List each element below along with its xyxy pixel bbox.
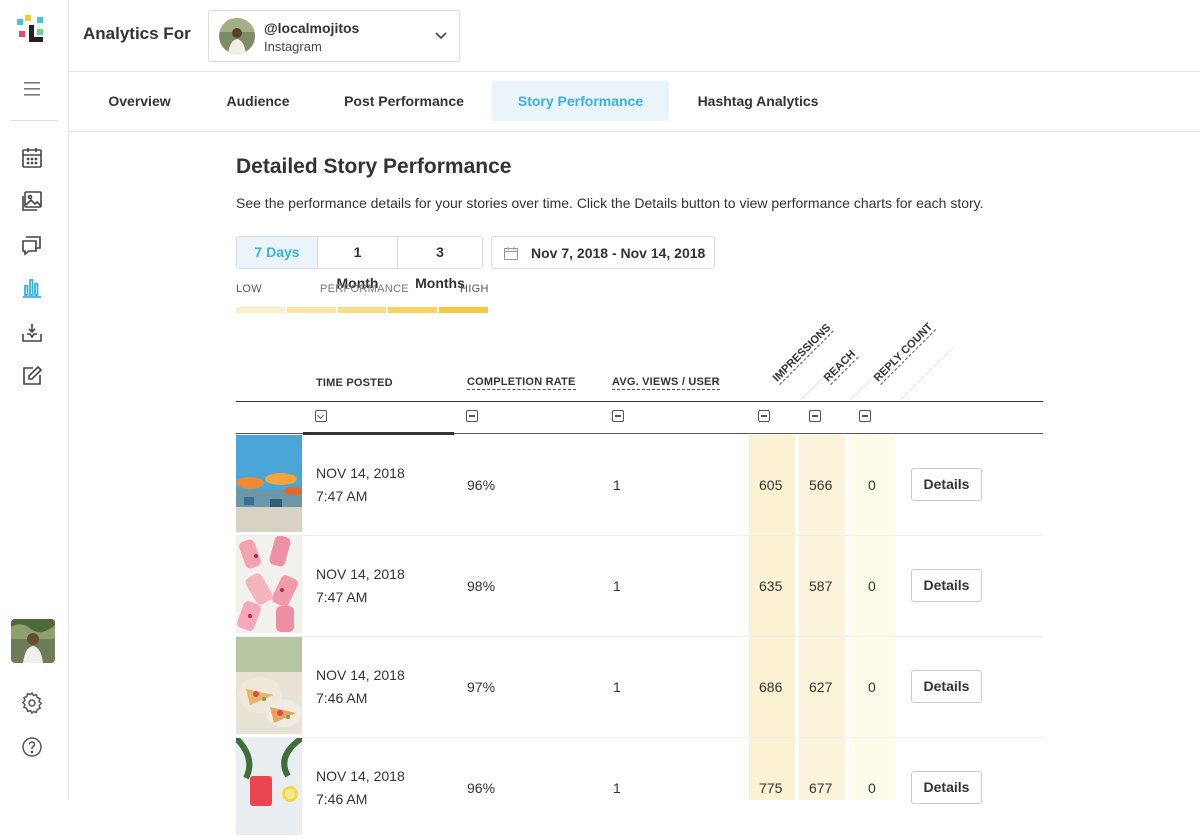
sort-reply-count-icon[interactable] <box>859 410 871 422</box>
story-thumbnail[interactable] <box>236 536 302 633</box>
table-row: NOV 14, 2018 7:47 AM 96% 1 605 566 0 Det… <box>236 435 1043 536</box>
row-time: 7:47 AM <box>316 589 368 605</box>
story-thumbnail[interactable] <box>236 637 302 734</box>
account-network: Instagram <box>264 39 322 54</box>
date-range-picker[interactable]: Nov 7, 2018 - Nov 14, 2018 <box>491 236 715 269</box>
row-avg-views: 1 <box>613 578 621 594</box>
legend-swatch <box>439 307 488 313</box>
account-name: @localmojitos <box>264 20 360 36</box>
col-reply-count[interactable]: REPLY COUNT <box>871 320 936 385</box>
tab-overview[interactable]: Overview <box>95 81 184 121</box>
page-title: Detailed Story Performance <box>236 155 512 178</box>
row-reach: 587 <box>809 578 833 594</box>
table-row: NOV 14, 2018 7:47 AM 98% 1 635 587 0 Det… <box>236 536 1043 637</box>
row-replies: 0 <box>868 679 876 695</box>
help-icon[interactable] <box>20 735 44 759</box>
row-impressions: 605 <box>759 477 783 493</box>
row-completion: 96% <box>467 780 496 796</box>
sort-avg-views-icon[interactable] <box>612 410 624 422</box>
row-impressions: 775 <box>759 780 783 796</box>
row-replies: 0 <box>868 477 876 493</box>
story-thumbnail[interactable] <box>236 435 302 532</box>
row-impressions: 635 <box>759 578 783 594</box>
bar-chart-icon[interactable] <box>20 276 44 300</box>
edit-icon[interactable] <box>20 364 44 388</box>
header-divider <box>236 401 1043 402</box>
details-button[interactable]: Details <box>911 569 982 602</box>
row-completion: 96% <box>467 477 496 493</box>
sort-impressions-icon[interactable] <box>758 410 770 422</box>
row-date: NOV 14, 2018 <box>316 667 405 683</box>
legend-swatch <box>236 307 285 313</box>
row-reach: 677 <box>809 780 833 796</box>
account-selector[interactable]: @localmojitos Instagram <box>208 10 460 62</box>
calendar-icon <box>504 247 518 260</box>
row-date: NOV 14, 2018 <box>316 465 405 481</box>
sort-time-posted-icon[interactable] <box>315 410 327 422</box>
sort-reach-icon[interactable] <box>809 410 821 422</box>
legend-performance-label: PERFORMANCE <box>320 283 409 295</box>
download-icon[interactable] <box>20 321 44 345</box>
header: Analytics For @localmojitos Instagram <box>69 0 1200 72</box>
row-replies: 0 <box>868 578 876 594</box>
row-reach: 566 <box>809 477 833 493</box>
range-1-month[interactable]: 1 Month <box>318 237 398 291</box>
details-button[interactable]: Details <box>911 670 982 703</box>
chevron-down-icon <box>435 32 447 40</box>
legend-swatch <box>388 307 438 313</box>
image-icon[interactable] <box>20 189 44 213</box>
tab-bar: Overview Audience Post Performance Story… <box>69 72 1200 132</box>
story-thumbnail[interactable] <box>236 738 302 835</box>
table-row: NOV 14, 2018 7:46 AM 96% 1 775 677 0 Det… <box>236 738 1043 839</box>
legend-swatch <box>286 307 336 313</box>
sidebar-divider <box>10 120 58 121</box>
range-selector: 7 Days 1 Month 3 Months <box>236 236 483 291</box>
row-time: 7:46 AM <box>316 791 368 807</box>
row-reach: 627 <box>809 679 833 695</box>
page-description: See the performance details for your sto… <box>236 195 984 211</box>
row-avg-views: 1 <box>613 780 621 796</box>
row-date: NOV 14, 2018 <box>316 566 405 582</box>
col-avg-views-user[interactable]: AVG. VIEWS / USER <box>612 376 720 390</box>
row-time: 7:46 AM <box>316 690 368 706</box>
chat-icon[interactable] <box>20 233 44 257</box>
legend-high-label: HIGH <box>460 283 489 295</box>
tab-audience[interactable]: Audience <box>213 81 303 121</box>
legend-swatch <box>337 307 387 313</box>
row-replies: 0 <box>868 780 876 796</box>
range-3-months[interactable]: 3 Months <box>398 237 482 291</box>
row-avg-views: 1 <box>613 679 621 695</box>
details-button[interactable]: Details <box>911 771 982 804</box>
account-avatar <box>219 18 255 54</box>
col-time-posted[interactable]: TIME POSTED <box>316 377 393 389</box>
row-avg-views: 1 <box>613 477 621 493</box>
calendar-icon[interactable] <box>20 146 44 170</box>
analytics-for-label: Analytics For <box>83 24 191 43</box>
sidebar <box>0 0 69 800</box>
logo-icon[interactable] <box>17 15 49 47</box>
row-completion: 97% <box>467 679 496 695</box>
performance-legend-bar <box>236 307 488 313</box>
user-avatar[interactable] <box>11 619 55 663</box>
col-reach[interactable]: REACH <box>821 348 859 385</box>
legend-low-label: LOW <box>236 283 262 295</box>
sort-completion-icon[interactable] <box>466 410 478 422</box>
tab-hashtag-analytics[interactable]: Hashtag Analytics <box>689 81 827 121</box>
details-button[interactable]: Details <box>911 468 982 501</box>
row-date: NOV 14, 2018 <box>316 768 405 784</box>
tab-post-performance[interactable]: Post Performance <box>329 81 479 121</box>
menu-icon[interactable] <box>22 80 44 98</box>
table-row: NOV 14, 2018 7:46 AM 97% 1 686 627 0 Det… <box>236 637 1043 738</box>
range-7-days[interactable]: 7 Days <box>237 237 318 268</box>
tab-story-performance[interactable]: Story Performance <box>492 81 669 121</box>
row-impressions: 686 <box>759 679 783 695</box>
settings-icon[interactable] <box>20 691 44 715</box>
date-range-text: Nov 7, 2018 - Nov 14, 2018 <box>531 245 706 261</box>
row-completion: 98% <box>467 578 496 594</box>
row-time: 7:47 AM <box>316 488 368 504</box>
col-completion-rate[interactable]: COMPLETION RATE <box>467 376 576 390</box>
